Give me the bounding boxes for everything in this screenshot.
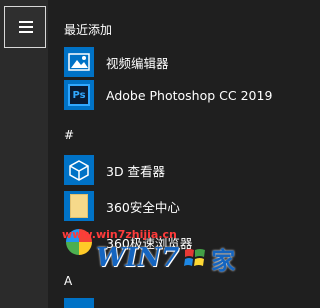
app-item-360-security[interactable]: 360安全中心: [64, 191, 273, 221]
hamburger-menu-icon[interactable]: [4, 6, 46, 48]
photoshop-badge: Ps: [68, 84, 90, 106]
photoshop-icon: Ps: [64, 80, 94, 110]
windows-flag-icon: [184, 249, 206, 266]
watermark-suffix: 家: [211, 246, 236, 275]
app-item-3d-viewer[interactable]: 3D 查看器: [64, 155, 273, 185]
app-label: 视频编辑器: [106, 55, 169, 71]
app-label: 360安全中心: [106, 199, 180, 215]
start-menu-left-rail: [0, 0, 48, 308]
group-header-hash[interactable]: #: [64, 128, 74, 142]
app-label: 3D 查看器: [106, 163, 166, 179]
watermark-url: www.win7zhijia.cn: [62, 228, 177, 241]
app-item-video-editor[interactable]: 视频编辑器: [64, 47, 273, 77]
folder-icon: [64, 191, 94, 221]
watermark-brand: WIN7: [96, 243, 180, 273]
3d-viewer-icon: [64, 155, 94, 185]
group-header-recent: 最近添加: [64, 23, 113, 37]
watermark-logo: WIN7 家: [96, 243, 235, 275]
partial-app-tile[interactable]: [64, 298, 94, 308]
group-header-a[interactable]: A: [64, 274, 72, 288]
app-item-photoshop[interactable]: Ps Adobe Photoshop CC 2019: [64, 80, 273, 110]
video-editor-icon: [64, 47, 94, 77]
app-label: Adobe Photoshop CC 2019: [106, 87, 273, 103]
